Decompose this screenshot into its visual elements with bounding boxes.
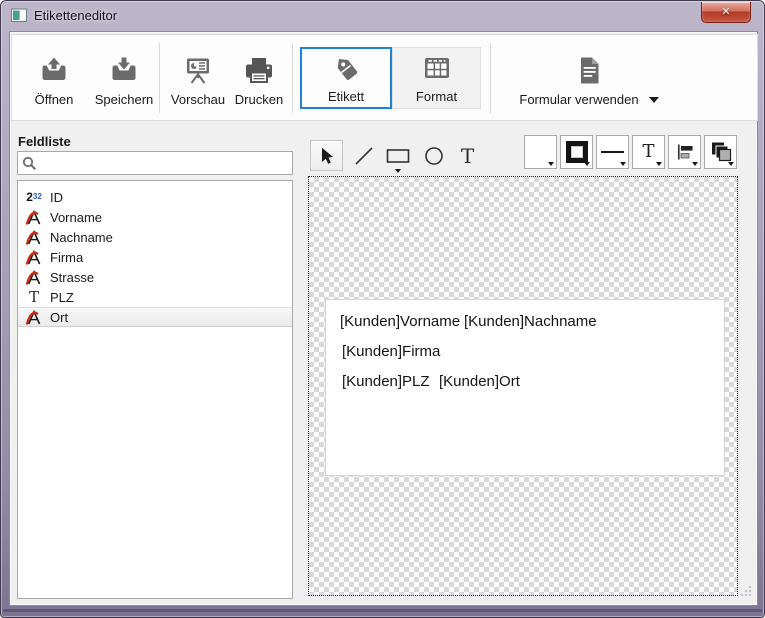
- label-sheet[interactable]: [Kunden]Vorname [Kunden]Nachname [Kunden…: [325, 299, 725, 476]
- line-icon: [354, 146, 374, 166]
- field-name: ID: [50, 190, 63, 205]
- etiketteneditor-window: Etiketteneditor ✕ Öffnen: [0, 0, 765, 618]
- int32-icon: 232: [23, 191, 45, 203]
- field-name: Firma: [50, 250, 83, 265]
- open-icon: [39, 54, 69, 86]
- string-icon: [23, 250, 45, 265]
- close-icon: ✕: [721, 7, 730, 18]
- chevron-down-icon: [656, 162, 662, 166]
- field-row-id[interactable]: 232 ID: [18, 187, 292, 207]
- field-name: PLZ: [50, 290, 74, 305]
- print-button[interactable]: Drucken: [225, 43, 293, 115]
- chevron-down-icon: [649, 97, 659, 103]
- int32-icon-sup: 32: [33, 193, 42, 201]
- field-row-ort[interactable]: Ort: [18, 307, 292, 327]
- pointer-icon: [319, 147, 334, 165]
- field-list: 232 ID Vorname Nachname Firma: [17, 180, 293, 599]
- arrange-icon: [710, 141, 732, 163]
- placeholder-text-nachname[interactable]: [Kunden]Nachname: [464, 313, 597, 331]
- use-form-button[interactable]: Formular verwenden: [504, 43, 674, 115]
- save-button-label: Speichern: [95, 92, 154, 107]
- field-name: Nachname: [50, 230, 113, 245]
- chevron-down-icon: [548, 162, 554, 166]
- ellipse-icon: [424, 146, 444, 166]
- fill-color-icon: [530, 141, 552, 163]
- open-button-label: Öffnen: [35, 92, 74, 107]
- font-button[interactable]: T: [632, 135, 665, 169]
- ellipse-tool-button[interactable]: [417, 140, 450, 171]
- table-icon: [423, 52, 451, 84]
- chevron-down-icon: [584, 162, 590, 166]
- arrange-button[interactable]: [704, 135, 737, 169]
- align-icon: [675, 142, 695, 162]
- ribbon-separator: [490, 43, 491, 113]
- text-tool-button[interactable]: T: [451, 140, 484, 171]
- preview-button-label: Vorschau: [171, 92, 225, 107]
- int32-icon-base: 2: [26, 191, 33, 203]
- border-style-button[interactable]: [560, 135, 593, 169]
- font-icon: T: [642, 143, 654, 161]
- placeholder-text-vorname[interactable]: [Kunden]Vorname: [340, 313, 460, 331]
- use-form-label: Formular verwenden: [519, 92, 638, 107]
- ribbon-separator: [292, 43, 293, 113]
- fill-color-button[interactable]: [524, 135, 557, 169]
- text-tool-icon: T: [461, 146, 474, 166]
- string-icon: [23, 270, 45, 285]
- etikett-tab-button[interactable]: Etikett: [300, 47, 392, 109]
- field-name: Ort: [50, 310, 68, 325]
- ribbon-separator: [159, 43, 160, 113]
- field-row-strasse[interactable]: Strasse: [18, 267, 292, 287]
- field-list-title: Feldliste: [18, 134, 71, 149]
- text-icon: T: [23, 290, 45, 305]
- pointer-tool-button[interactable]: [310, 140, 343, 171]
- search-input[interactable]: [41, 154, 292, 172]
- rectangle-tool-button[interactable]: [381, 140, 414, 171]
- placeholder-text-plz[interactable]: [Kunden]PLZ: [342, 373, 430, 391]
- field-row-nachname[interactable]: Nachname: [18, 227, 292, 247]
- print-icon: [244, 54, 274, 86]
- window-bottom-frame: [3, 609, 762, 612]
- field-row-vorname[interactable]: Vorname: [18, 207, 292, 227]
- chevron-down-icon: [728, 162, 734, 166]
- line-tool-button[interactable]: [347, 140, 380, 171]
- document-icon: [577, 54, 601, 86]
- field-row-firma[interactable]: Firma: [18, 247, 292, 267]
- line-width-icon: [601, 151, 624, 153]
- string-icon: [23, 310, 45, 325]
- field-row-plz[interactable]: T PLZ: [18, 287, 292, 307]
- format-tab-button[interactable]: Format: [392, 47, 481, 109]
- save-button[interactable]: Speichern: [88, 43, 160, 115]
- search-icon: [22, 156, 37, 171]
- window-content: Öffnen Speichern: [9, 31, 758, 606]
- resize-grip[interactable]: [740, 584, 752, 602]
- preview-icon: [183, 54, 213, 86]
- string-icon: [23, 230, 45, 245]
- placeholder-text-firma[interactable]: [Kunden]Firma: [342, 343, 440, 361]
- field-search-box: [17, 151, 293, 175]
- titlebar[interactable]: Etiketteneditor ✕: [1, 1, 764, 31]
- placeholder-text-ort[interactable]: [Kunden]Ort: [439, 373, 520, 391]
- rectangle-icon: [386, 148, 410, 164]
- window-title: Etiketteneditor: [34, 8, 117, 23]
- ribbon-toolbar: Öffnen Speichern: [11, 34, 758, 121]
- open-button[interactable]: Öffnen: [18, 43, 90, 115]
- chevron-down-icon: [620, 162, 626, 166]
- label-design-canvas[interactable]: [Kunden]Vorname [Kunden]Nachname [Kunden…: [308, 176, 738, 596]
- align-button[interactable]: [668, 135, 701, 169]
- field-name: Strasse: [50, 270, 94, 285]
- app-icon: [11, 8, 27, 23]
- save-icon: [109, 54, 139, 86]
- line-width-button[interactable]: [596, 135, 629, 169]
- print-button-label: Drucken: [235, 92, 283, 107]
- border-style-icon: [566, 141, 588, 163]
- tag-icon: [331, 52, 361, 84]
- format-tab-label: Format: [416, 89, 457, 104]
- close-button[interactable]: ✕: [701, 2, 751, 23]
- preview-button[interactable]: Vorschau: [162, 43, 234, 115]
- chevron-down-icon: [395, 169, 401, 173]
- chevron-down-icon: [692, 162, 698, 166]
- field-name: Vorname: [50, 210, 102, 225]
- string-icon: [23, 210, 45, 225]
- etikett-tab-label: Etikett: [328, 89, 364, 104]
